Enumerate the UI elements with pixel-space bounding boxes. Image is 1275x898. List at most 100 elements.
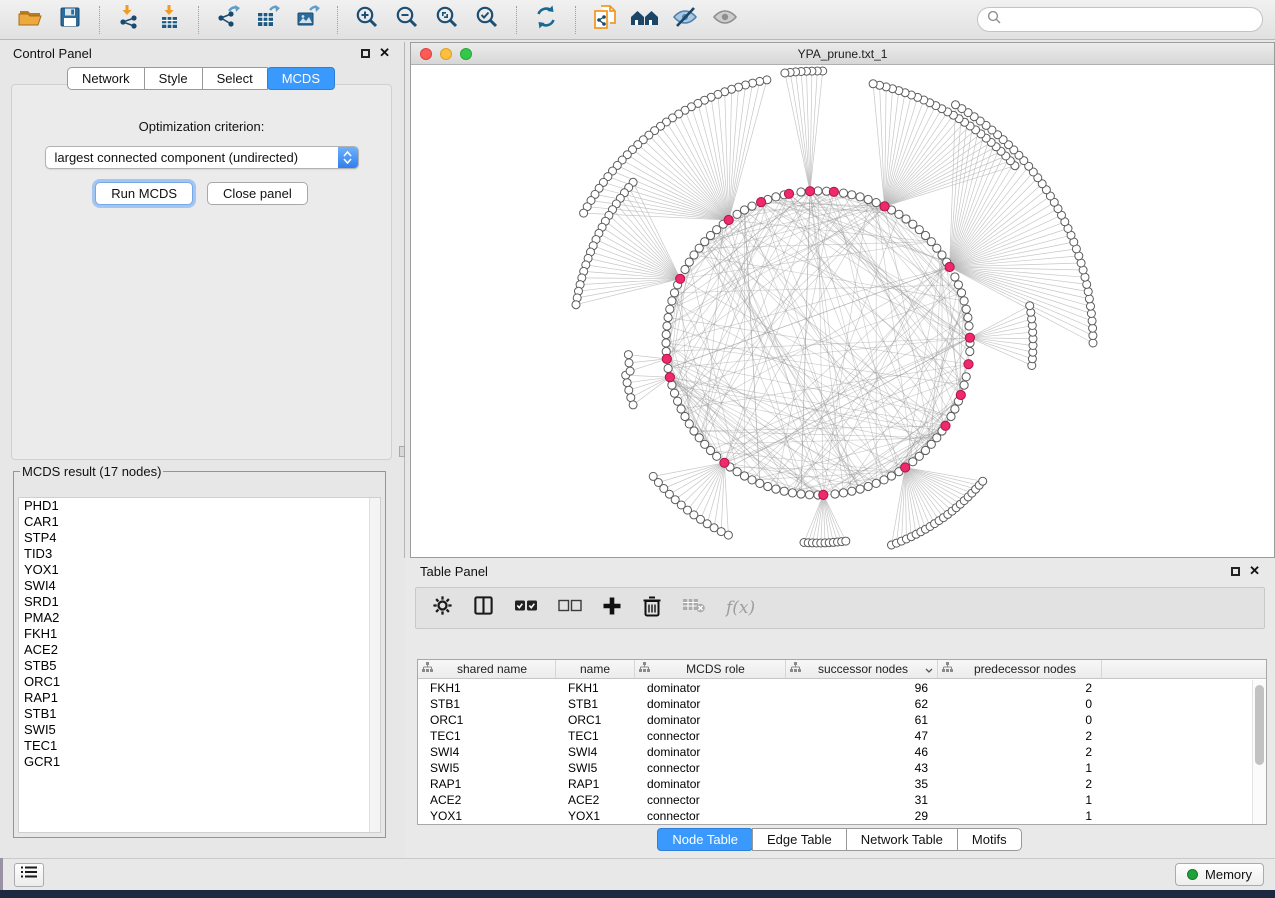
mcds-result-item[interactable]: PHD1 <box>19 498 380 514</box>
table-cell: 29 <box>786 809 938 823</box>
memory-button[interactable]: Memory <box>1175 863 1264 886</box>
mcds-result-list[interactable]: PHD1CAR1STP4TID3YOX1SWI4SRD1PMA2FKH1ACE2… <box>18 497 381 833</box>
close-panel-button[interactable]: Close panel <box>207 182 308 205</box>
save-session-button[interactable] <box>52 4 88 36</box>
table-panel-title: Table Panel <box>420 564 488 579</box>
table-cell: connector <box>635 729 786 743</box>
mcds-result-item[interactable]: STB1 <box>19 706 380 722</box>
table-panel: Table Panel ✕ f(x) shared namenameMCDS r… <box>405 558 1275 858</box>
table-row[interactable]: TEC1TEC1connector472 <box>418 728 1252 744</box>
tab-network-table[interactable]: Network Table <box>846 828 958 851</box>
add-column-button[interactable] <box>602 596 622 621</box>
zoom-fit-button[interactable] <box>429 4 465 36</box>
refresh-button[interactable] <box>528 4 564 36</box>
toolbar-separator <box>198 6 199 34</box>
mcds-result-item[interactable]: CAR1 <box>19 514 380 530</box>
unselect-all-columns-button[interactable] <box>558 599 582 618</box>
main-area: Control Panel ✕ Network Style Select MCD… <box>0 40 1275 858</box>
table-scrollbar-thumb[interactable] <box>1255 685 1264 765</box>
open-file-button[interactable] <box>12 4 48 36</box>
tab-mcds[interactable]: MCDS <box>267 67 335 90</box>
column-header-MCDS-role[interactable]: MCDS role <box>635 660 786 678</box>
hide-selected-button[interactable] <box>667 4 703 36</box>
delete-column-button[interactable] <box>642 595 662 622</box>
mcds-result-item[interactable]: SWI4 <box>19 578 380 594</box>
splitter-handle[interactable] <box>399 446 405 457</box>
tree-hierarchy-icon <box>942 662 953 676</box>
network-canvas[interactable] <box>411 65 1274 557</box>
network-window-titlebar[interactable]: YPA_prune.txt_1 <box>411 43 1274 65</box>
export-network-button[interactable] <box>210 4 246 36</box>
table-row[interactable]: SWI4SWI4dominator462 <box>418 744 1252 760</box>
show-all-button[interactable] <box>707 4 743 36</box>
zoom-out-button[interactable] <box>389 4 425 36</box>
function-builder-button[interactable]: f(x) <box>726 598 755 618</box>
table-row[interactable]: ORC1ORC1dominator610 <box>418 712 1252 728</box>
export-table-button[interactable] <box>250 4 286 36</box>
delete-table-button[interactable] <box>682 597 706 619</box>
table-cell: ORC1 <box>418 713 556 727</box>
mcds-result-item[interactable]: STB5 <box>19 658 380 674</box>
zoom-selected-button[interactable] <box>469 4 505 36</box>
tab-style[interactable]: Style <box>144 67 203 90</box>
search-field[interactable] <box>977 7 1263 32</box>
import-table-button[interactable] <box>151 4 187 36</box>
import-network-icon <box>117 4 141 35</box>
table-row[interactable]: FKH1FKH1dominator962 <box>418 680 1252 696</box>
table-cell: SWI4 <box>418 745 556 759</box>
column-header-predecessor-nodes[interactable]: predecessor nodes <box>938 660 1102 678</box>
mcds-result-item[interactable]: GCR1 <box>19 754 380 770</box>
split-columns-button[interactable] <box>473 595 494 621</box>
zoom-in-button[interactable] <box>349 4 385 36</box>
panel-divider[interactable] <box>404 42 405 558</box>
table-row[interactable]: STB1STB1dominator620 <box>418 696 1252 712</box>
float-panel-icon[interactable] <box>361 49 370 58</box>
column-header-successor-nodes[interactable]: successor nodes <box>786 660 938 678</box>
tab-network[interactable]: Network <box>67 67 145 90</box>
import-network-button[interactable] <box>111 4 147 36</box>
mcds-result-item[interactable]: RAP1 <box>19 690 380 706</box>
optimization-criterion-select[interactable]: largest connected component (undirected) <box>45 146 359 169</box>
mcds-result-item[interactable]: PMA2 <box>19 610 380 626</box>
table-settings-button[interactable] <box>432 595 453 621</box>
mcds-result-item[interactable]: TID3 <box>19 546 380 562</box>
tab-select[interactable]: Select <box>202 67 268 90</box>
table-row[interactable]: ACE2ACE2connector311 <box>418 792 1252 808</box>
first-neighbors-button[interactable] <box>627 4 663 36</box>
tab-node-table[interactable]: Node Table <box>657 828 753 851</box>
task-history-button[interactable] <box>14 863 44 887</box>
table-row[interactable]: RAP1RAP1dominator352 <box>418 776 1252 792</box>
mcds-result-item[interactable]: YOX1 <box>19 562 380 578</box>
column-header-name[interactable]: name <box>556 660 635 678</box>
search-input[interactable] <box>1007 12 1253 27</box>
mcds-list-scrollbar[interactable] <box>369 498 380 832</box>
table-cell: 2 <box>938 745 1102 759</box>
column-header-shared-name[interactable]: shared name <box>418 660 556 678</box>
run-mcds-button[interactable]: Run MCDS <box>95 182 193 205</box>
select-all-columns-button[interactable] <box>514 599 538 618</box>
close-table-panel-icon[interactable]: ✕ <box>1249 566 1260 576</box>
window-maximize-icon[interactable] <box>460 48 472 60</box>
duplicate-network-button[interactable] <box>587 4 623 36</box>
float-table-panel-icon[interactable] <box>1231 567 1240 576</box>
node-table[interactable]: shared namenameMCDS rolesuccessor nodesp… <box>417 659 1267 825</box>
close-panel-icon[interactable]: ✕ <box>379 48 390 58</box>
mcds-result-item[interactable]: ACE2 <box>19 642 380 658</box>
table-row[interactable]: SWI5SWI5connector431 <box>418 760 1252 776</box>
tab-edge-table[interactable]: Edge Table <box>752 828 847 851</box>
mcds-result-item[interactable]: TEC1 <box>19 738 380 754</box>
window-minimize-icon[interactable] <box>440 48 452 60</box>
tab-motifs[interactable]: Motifs <box>957 828 1022 851</box>
export-image-button[interactable] <box>290 4 326 36</box>
mcds-result-item[interactable]: STP4 <box>19 530 380 546</box>
mcds-result-item[interactable]: SRD1 <box>19 594 380 610</box>
mcds-result-item[interactable]: FKH1 <box>19 626 380 642</box>
optimization-criterion-value: largest connected component (undirected) <box>55 150 299 165</box>
window-close-icon[interactable] <box>420 48 432 60</box>
table-scrollbar[interactable] <box>1252 680 1266 824</box>
mcds-result-item[interactable]: ORC1 <box>19 674 380 690</box>
table-row[interactable]: YOX1YOX1connector291 <box>418 808 1252 824</box>
gear-icon <box>432 595 453 621</box>
table-cell: 1 <box>938 793 1102 807</box>
mcds-result-item[interactable]: SWI5 <box>19 722 380 738</box>
